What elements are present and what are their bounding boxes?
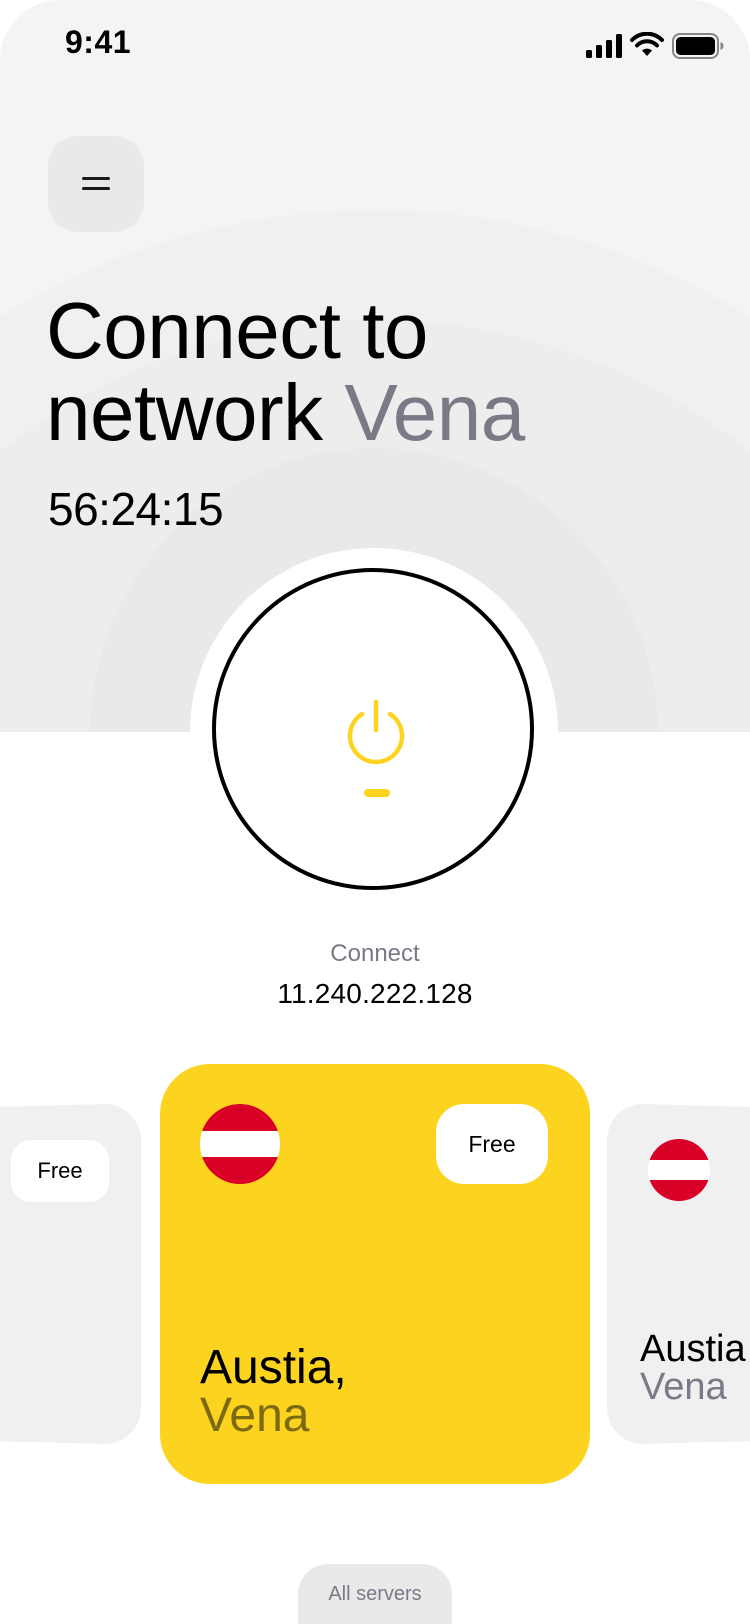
free-badge: Free [436, 1104, 548, 1184]
battery-full-icon [672, 33, 724, 59]
cellular-signal-icon [586, 34, 622, 58]
network-name: Vena [344, 368, 525, 457]
server-country: Austia, [200, 1341, 347, 1394]
server-country: Austia [640, 1328, 746, 1370]
title-line-2: network [46, 368, 345, 457]
server-city: Vena [640, 1366, 727, 1408]
austria-flag-icon [200, 1104, 280, 1184]
page-title: Connect to network Vena [46, 290, 525, 454]
session-timer: 56:24:15 [48, 483, 224, 535]
power-status-indicator [364, 789, 390, 797]
connection-status-label: Connect [330, 940, 420, 967]
austria-flag-icon [648, 1139, 710, 1201]
server-location: Austia Vena [640, 1330, 746, 1406]
hamburger-menu-icon [82, 177, 110, 190]
all-servers-button[interactable]: All servers [298, 1564, 452, 1624]
wifi-icon [630, 32, 664, 56]
power-icon [347, 699, 405, 765]
menu-button[interactable] [48, 136, 144, 232]
title-line-1: Connect to [46, 286, 428, 375]
server-city: Vena [200, 1389, 310, 1442]
ip-address: 11.240.222.128 [277, 978, 473, 1009]
status-time: 9:41 [65, 24, 132, 60]
server-location: Austia, Vena [200, 1344, 347, 1440]
status-bar: 9:41 [0, 0, 750, 92]
free-badge: Free [11, 1140, 109, 1202]
